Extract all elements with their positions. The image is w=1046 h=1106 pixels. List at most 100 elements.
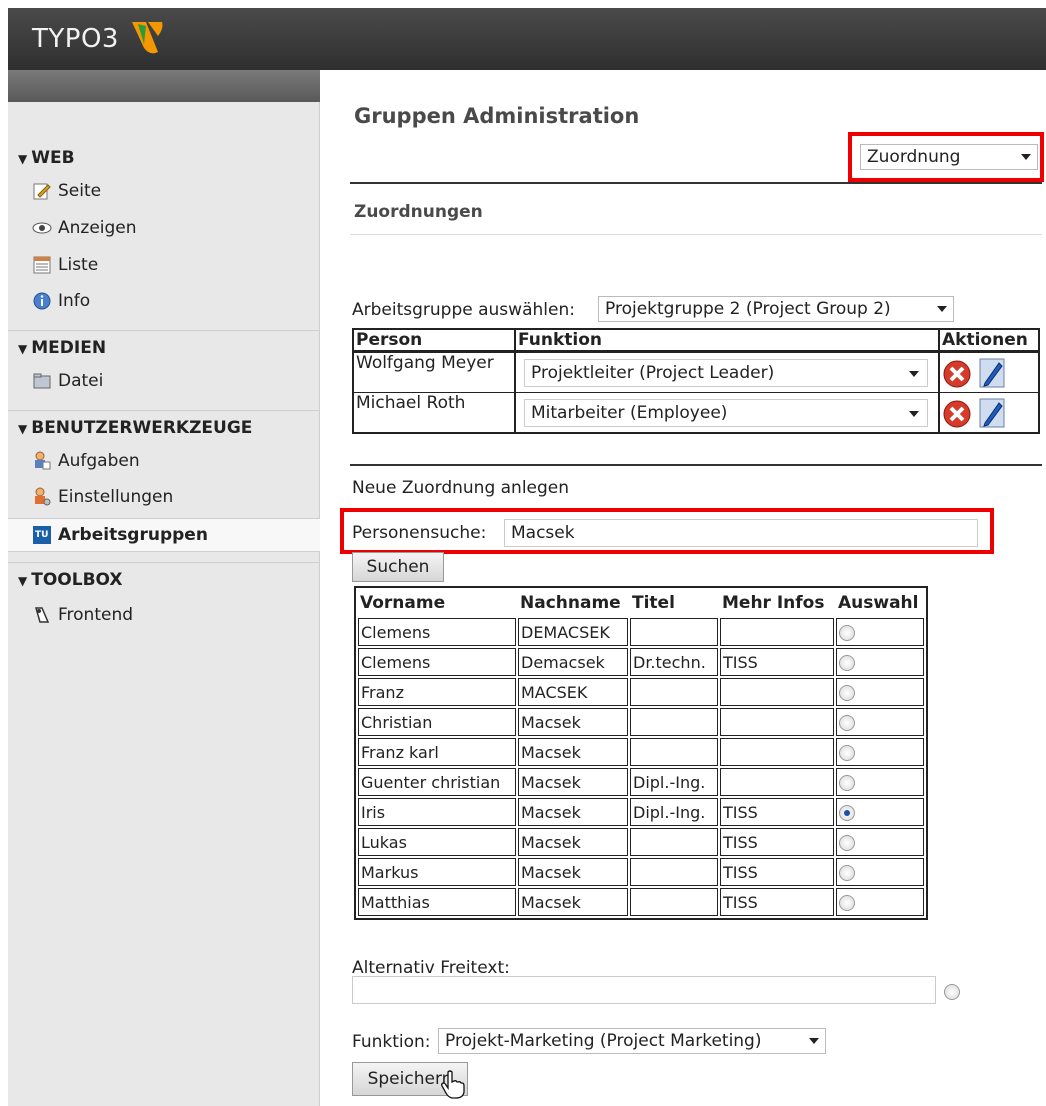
result-auswahl [836, 648, 924, 676]
table-row: Christian Macsek [358, 708, 924, 736]
delete-icon[interactable] [942, 355, 972, 389]
select-radio[interactable] [839, 625, 855, 641]
select-radio[interactable] [839, 895, 855, 911]
table-row: Wolfgang Meyer Projektleiter (Project Le… [354, 352, 1038, 392]
column-header-aktionen: Aktionen [938, 330, 1038, 352]
sidebar-item-seite[interactable]: Seite [32, 176, 101, 206]
column-header-person: Person [354, 330, 514, 352]
result-nachname: Macsek [518, 798, 628, 826]
section-divider [350, 182, 1042, 184]
section-web[interactable]: ▼ WEB [18, 148, 75, 168]
group-select-label: Arbeitsgruppe auswählen: [352, 300, 575, 320]
section-medien[interactable]: ▼ MEDIEN [18, 338, 106, 358]
edit-icon[interactable] [977, 355, 1007, 389]
mode-select[interactable]: Zuordnung [860, 144, 1038, 170]
list-icon [33, 256, 51, 274]
edit-icon[interactable] [977, 395, 1007, 429]
typo3-logo-icon [132, 22, 163, 54]
sidebar-divider [8, 330, 320, 331]
column-header-auswahl: Auswahl [838, 593, 919, 613]
select-radio[interactable] [839, 865, 855, 881]
module-sidebar: ▼ WEB Seite Anzeigen Liste Info ▼ MEDIEN D… [8, 70, 320, 1106]
section-benutzerwerkzeuge[interactable]: ▼ BENUTZERWERKZEUGE [18, 418, 252, 438]
function-label: Funktion: [352, 1032, 431, 1052]
eye-icon [32, 222, 52, 234]
search-results-table: Vorname Nachname Titel Mehr Infos Auswah… [354, 586, 928, 920]
select-radio[interactable] [839, 745, 855, 761]
sidebar-item-einstellungen[interactable]: Einstellungen [32, 482, 173, 512]
result-nachname: Macsek [518, 858, 628, 886]
result-mehr-infos [720, 738, 834, 766]
group-select[interactable]: Projektgruppe 2 (Project Group 2) [598, 296, 954, 322]
result-mehr-infos [720, 678, 834, 706]
folder-icon [33, 373, 51, 389]
result-titel: Dipl.-Ing. [630, 798, 718, 826]
collapse-arrow-icon: ▼ [18, 342, 28, 356]
result-nachname: Macsek [518, 888, 628, 916]
result-auswahl [836, 708, 924, 736]
result-titel [630, 618, 718, 646]
hand-cursor-icon [441, 1070, 465, 1099]
result-nachname: Macsek [518, 708, 628, 736]
person-search-input[interactable]: Macsek [504, 519, 978, 547]
result-titel [630, 678, 718, 706]
column-header-vorname: Vorname [360, 593, 446, 613]
result-titel: Dr.techn. [630, 648, 718, 676]
result-vorname: Guenter christian [358, 768, 516, 796]
section-title: Zuordnungen [354, 202, 483, 222]
select-radio[interactable] [839, 685, 855, 701]
result-nachname: Macsek [518, 768, 628, 796]
result-vorname: Christian [358, 708, 516, 736]
dropdown-arrow-icon [909, 411, 919, 417]
tasks-icon [35, 451, 51, 470]
result-vorname: Lukas [358, 828, 516, 856]
result-vorname: Franz karl [358, 738, 516, 766]
result-auswahl [836, 828, 924, 856]
result-nachname: Macsek [518, 828, 628, 856]
main-content: Gruppen Administration Zuordnung Zuordnu… [320, 70, 1046, 1106]
search-button[interactable]: Suchen [352, 552, 444, 582]
table-row: Guenter christian Macsek Dipl.-Ing. [358, 768, 924, 796]
page-edit-icon [33, 183, 51, 200]
result-vorname: Markus [358, 858, 516, 886]
sidebar-header [8, 70, 320, 102]
sidebar-item-anzeigen[interactable]: Anzeigen [32, 213, 137, 243]
info-icon [33, 292, 51, 310]
sidebar-item-liste[interactable]: Liste [32, 250, 98, 280]
select-radio[interactable] [839, 775, 855, 791]
column-header-nachname: Nachname [520, 593, 621, 613]
frontend-icon [35, 607, 50, 623]
collapse-arrow-icon: ▼ [18, 574, 28, 588]
column-header-mehr-infos: Mehr Infos [722, 593, 825, 613]
table-row: Lukas Macsek TISS [358, 828, 924, 856]
result-vorname: Clemens [358, 648, 516, 676]
sidebar-item-info[interactable]: Info [32, 286, 90, 316]
sidebar-item-frontend[interactable]: Frontend [32, 600, 133, 630]
assignment-person: Wolfgang Meyer [354, 352, 514, 392]
assignment-function-select[interactable]: Mitarbeiter (Employee) [524, 399, 928, 427]
sidebar-item-datei[interactable]: Datei [32, 366, 103, 396]
select-radio[interactable] [839, 805, 855, 821]
freetext-input[interactable] [352, 976, 936, 1004]
section-toolbox[interactable]: ▼ TOOLBOX [18, 570, 122, 590]
result-mehr-infos [720, 708, 834, 736]
result-mehr-infos: TISS [720, 798, 834, 826]
select-radio[interactable] [839, 715, 855, 731]
sidebar-item-aufgaben[interactable]: Aufgaben [32, 446, 140, 476]
result-auswahl [836, 738, 924, 766]
function-select[interactable]: Projekt-Marketing (Project Marketing) [438, 1028, 826, 1054]
sidebar-item-arbeitsgruppen[interactable]: TU Arbeitsgruppen [32, 520, 208, 550]
search-label: Personensuche: [352, 523, 487, 543]
dropdown-arrow-icon [1021, 154, 1031, 160]
assignment-function-select[interactable]: Projektleiter (Project Leader) [524, 359, 928, 387]
select-radio[interactable] [839, 835, 855, 851]
delete-icon[interactable] [942, 395, 972, 429]
result-auswahl [836, 798, 924, 826]
result-auswahl [836, 618, 924, 646]
section-divider [350, 464, 1042, 466]
tu-wien-icon: TU [33, 526, 51, 544]
select-radio[interactable] [839, 655, 855, 671]
freetext-radio[interactable] [944, 984, 960, 1000]
result-titel [630, 738, 718, 766]
typo3-logo-text: TYPO3 [32, 24, 119, 54]
